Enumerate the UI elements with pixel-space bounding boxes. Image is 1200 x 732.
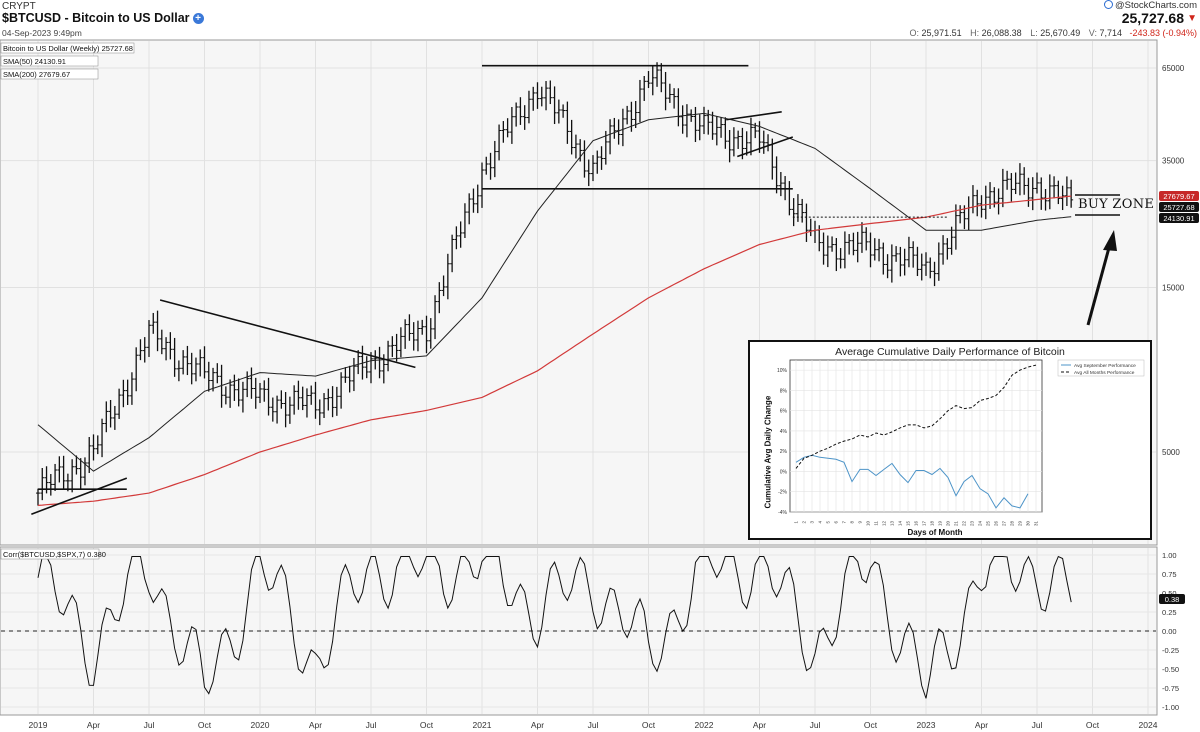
x-tick-label: 2021 bbox=[473, 720, 492, 730]
corr-badge-text: 0.38 bbox=[1165, 595, 1180, 604]
inset-x-tick: 29 bbox=[1018, 521, 1023, 527]
inset-y-tick: 10% bbox=[777, 368, 788, 374]
x-tick-label: Apr bbox=[309, 720, 322, 730]
legend-corr: Corr($BTCUSD,$SPX,7) 0.380 bbox=[3, 550, 106, 559]
price-badges: 27679.67 25727.68 24130.91 0.38 bbox=[1159, 191, 1199, 604]
inset-x-tick: 13 bbox=[890, 521, 895, 527]
x-tick-label: Oct bbox=[420, 720, 434, 730]
inset-x-tick: 15 bbox=[906, 521, 911, 527]
price-tick-label: 5000 bbox=[1162, 448, 1180, 457]
inset-x-tick: 10 bbox=[866, 521, 871, 527]
inset-y-tick: 4% bbox=[780, 429, 788, 435]
inset-x-tick: 19 bbox=[938, 521, 943, 527]
inset-x-tick: 14 bbox=[898, 521, 903, 527]
inset-x-tick: 21 bbox=[954, 521, 959, 527]
x-tick-label: 2020 bbox=[251, 720, 270, 730]
inset-x-tick: 11 bbox=[874, 521, 879, 526]
x-tick-label: Apr bbox=[531, 720, 544, 730]
inset-plot: 1 2 3 4 5 6 7 8 9 10 11 12 13 14 15 16 17 18 19 20 21 22 23 24 2… bbox=[777, 359, 1145, 527]
inset-x-tick: 27 bbox=[1002, 521, 1007, 527]
inset-x-tick: 26 bbox=[994, 521, 999, 527]
corr-tick-label: -0.75 bbox=[1162, 684, 1179, 693]
inset-y-tick: -2% bbox=[778, 490, 787, 496]
x-tick-label: Jul bbox=[588, 720, 599, 730]
corr-tick-label: -1.00 bbox=[1162, 703, 1179, 712]
inset-x-tick: 16 bbox=[914, 521, 919, 527]
last-price-badge-text: 25727.68 bbox=[1163, 203, 1194, 212]
inset-x-tick: 5 bbox=[826, 521, 831, 524]
sma50-badge-text: 24130.91 bbox=[1163, 214, 1194, 223]
inset-x-tick: 31 bbox=[1034, 521, 1039, 527]
sma200-badge-text: 27679.67 bbox=[1163, 192, 1194, 201]
inset-x-tick: 4 bbox=[818, 521, 823, 524]
inset-y-tick: 0% bbox=[780, 469, 788, 475]
inset-x-tick: 30 bbox=[1026, 521, 1031, 527]
inset-legend-all-text: Avg All Months Performance bbox=[1074, 370, 1135, 376]
inset-x-tick: 1 bbox=[794, 521, 799, 524]
legend-sma200: SMA(200) 27679.67 bbox=[3, 70, 70, 79]
inset-x-tick: 22 bbox=[962, 521, 967, 527]
x-tick-label: 2022 bbox=[695, 720, 714, 730]
inset-x-tick: 3 bbox=[810, 521, 815, 524]
corr-tick-label: -0.25 bbox=[1162, 646, 1179, 655]
x-tick-label: Apr bbox=[753, 720, 766, 730]
inset-x-tick: 8 bbox=[850, 521, 855, 524]
corr-legend: Corr($BTCUSD,$SPX,7) 0.380 bbox=[0, 548, 106, 560]
x-tick-label: Apr bbox=[87, 720, 100, 730]
inset-x-tick: 2 bbox=[802, 521, 807, 524]
inset-legend-sep-text: Avg September Performance bbox=[1074, 363, 1136, 369]
inset-x-tick: 23 bbox=[970, 521, 975, 527]
x-tick-label: Oct bbox=[198, 720, 212, 730]
inset-x-tick: 25 bbox=[986, 521, 991, 527]
x-tick-label: Jul bbox=[144, 720, 155, 730]
price-tick-label: 15000 bbox=[1162, 284, 1185, 293]
x-tick-label: Jul bbox=[810, 720, 821, 730]
inset-x-tick: 9 bbox=[858, 521, 863, 524]
legend-sma50: SMA(50) 24130.91 bbox=[3, 57, 66, 66]
inset-x-tick: 18 bbox=[930, 521, 935, 527]
x-tick-label: Jul bbox=[1032, 720, 1043, 730]
inset-x-tick: 28 bbox=[1010, 521, 1015, 527]
price-tick-label: 35000 bbox=[1162, 157, 1185, 166]
inset-y-tick: 8% bbox=[780, 388, 788, 394]
inset-x-tick: 7 bbox=[842, 521, 847, 524]
x-tick-label: Apr bbox=[975, 720, 988, 730]
inset-y-tick: 2% bbox=[780, 449, 788, 455]
corr-tick-label: -0.50 bbox=[1162, 665, 1179, 674]
inset-y-tick: -4% bbox=[778, 510, 787, 516]
x-tick-label: Oct bbox=[642, 720, 656, 730]
inset-x-tick: 24 bbox=[978, 521, 983, 527]
inset-x-tick: 12 bbox=[882, 521, 887, 527]
corr-tick-label: 0.75 bbox=[1162, 570, 1177, 579]
x-tick-label: Jul bbox=[366, 720, 377, 730]
x-tick-label: Oct bbox=[1086, 720, 1100, 730]
x-tick-label: 2019 bbox=[29, 720, 48, 730]
x-tick-label: 2023 bbox=[917, 720, 936, 730]
legend-price: Bitcoin to US Dollar (Weekly) 25727.68 bbox=[3, 44, 133, 53]
x-tick-label: 2024 bbox=[1139, 720, 1158, 730]
corr-tick-label: 0.25 bbox=[1162, 608, 1177, 617]
inset-performance-chart: Average Cumulative Daily Performance of … bbox=[748, 340, 1152, 540]
price-tick-label: 65000 bbox=[1162, 64, 1185, 73]
x-tick-label: Oct bbox=[864, 720, 878, 730]
buy-zone-label: BUY ZONE bbox=[1078, 197, 1155, 212]
inset-x-tick: 20 bbox=[946, 521, 951, 527]
inset-x-tick: 17 bbox=[922, 521, 927, 527]
inset-y-tick: 6% bbox=[780, 409, 788, 415]
corr-tick-label: 0.00 bbox=[1162, 627, 1177, 636]
inset-x-tick: 6 bbox=[834, 521, 839, 524]
corr-tick-label: 1.00 bbox=[1162, 551, 1177, 560]
